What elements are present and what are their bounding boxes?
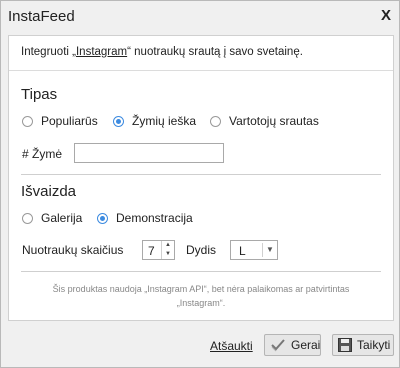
disclaimer-text: Šis produktas naudoja „Instagram API“, b… <box>21 282 381 310</box>
tag-input[interactable] <box>74 143 224 163</box>
radio-demonstracija-indicator[interactable] <box>97 212 108 224</box>
stepper-up-icon[interactable]: ▲ <box>162 241 174 250</box>
count-value: 7 <box>148 244 155 258</box>
tipas-heading: Tipas <box>21 86 58 103</box>
chevron-down-icon[interactable]: ▼ <box>262 243 277 257</box>
count-label: Nuotraukų skaičius <box>22 243 124 257</box>
disclaimer-line1: Šis produktas naudoja „Instagram API“, b… <box>52 284 350 294</box>
radio-vartotoju-srautas-label: Vartotojų srautas <box>229 114 319 128</box>
floppy-disk-icon <box>338 338 352 352</box>
settings-panel: Integruoti „Instagram“ nuotraukų srautą … <box>8 35 394 321</box>
radio-populiarus[interactable]: Populiarūs <box>22 114 98 128</box>
size-value: L <box>239 244 246 258</box>
radio-zymiu-ieska[interactable]: Žymių ieška <box>113 114 196 128</box>
radio-galerija-label: Galerija <box>41 211 83 225</box>
radio-zymiu-ieska-label: Žymių ieška <box>132 114 197 128</box>
size-select[interactable]: L ▼ <box>230 240 278 260</box>
instagram-link[interactable]: Instagram <box>76 46 127 58</box>
apply-button-label: Taikyti <box>357 338 391 352</box>
stepper-arrows[interactable]: ▲ ▼ <box>161 241 174 259</box>
apply-button[interactable]: Taikyti <box>332 334 394 356</box>
ok-button-label: Gerai <box>291 338 321 352</box>
section-divider <box>21 174 381 175</box>
stepper-down-icon[interactable]: ▼ <box>162 250 174 259</box>
radio-demonstracija[interactable]: Demonstracija <box>97 211 193 225</box>
size-label: Dydis <box>186 243 217 257</box>
instafeed-dialog: InstaFeed X Integruoti „Instagram“ nuotr… <box>0 0 400 368</box>
radio-vartotoju-srautas-indicator[interactable] <box>210 115 221 127</box>
radio-populiarus-label: Populiarūs <box>41 114 98 128</box>
ok-button[interactable]: Gerai <box>264 334 321 356</box>
radio-galerija-indicator[interactable] <box>22 212 33 224</box>
checkmark-icon <box>270 338 286 352</box>
disclaimer-line2: „Instagram“. <box>176 298 226 308</box>
count-stepper[interactable]: 7 ▲ ▼ <box>142 240 175 260</box>
radio-populiarus-indicator[interactable] <box>22 115 33 127</box>
isvaizda-heading: Išvaizda <box>21 183 77 200</box>
disclaimer-divider <box>21 271 381 272</box>
intro-after: “ nuotraukų srautą į savo svetainę. <box>127 46 303 58</box>
radio-zymiu-ieska-indicator[interactable] <box>113 115 124 127</box>
title-bar: InstaFeed X <box>1 1 399 31</box>
radio-vartotoju-srautas[interactable]: Vartotojų srautas <box>210 114 319 128</box>
intro-text: Integruoti „Instagram“ nuotraukų srautą … <box>21 46 303 58</box>
intro-divider <box>9 70 393 71</box>
intro-before: Integruoti „ <box>21 46 76 58</box>
tag-label: # Žymė <box>22 147 63 161</box>
cancel-link[interactable]: Atšaukti <box>210 339 253 353</box>
dialog-title: InstaFeed <box>8 8 75 25</box>
radio-galerija[interactable]: Galerija <box>22 211 82 225</box>
close-button[interactable]: X <box>381 7 391 25</box>
radio-demonstracija-label: Demonstracija <box>116 211 193 225</box>
